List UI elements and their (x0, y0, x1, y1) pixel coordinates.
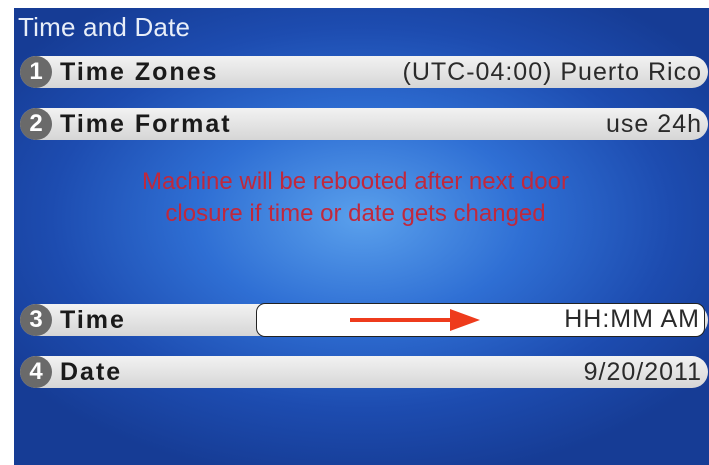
screen-title: Time and Date (18, 12, 191, 42)
date-value: 9/20/2011 (583, 358, 702, 386)
time-zones-label: Time Zones (60, 58, 219, 86)
reboot-warning-message: Machine will be rebooted after next door… (142, 168, 569, 227)
time-format-label: Time Format (60, 110, 232, 138)
time-value: HH:MM AM (564, 305, 700, 333)
time-label: Time (60, 306, 126, 334)
row-number-badge: 1 (20, 56, 52, 88)
time-zones-value: (UTC-04:00) Puerto Rico (402, 58, 702, 86)
time-zones-row[interactable]: 1 Time Zones (UTC-04:00) Puerto Rico (20, 56, 708, 88)
time-format-row[interactable]: 2 Time Format use 24h (20, 108, 708, 140)
time-and-date-screen: Time and Date 1 Time Zones (UTC-04:00) P… (14, 8, 709, 465)
row-number-badge: 4 (20, 356, 52, 388)
right-arrow-icon (350, 309, 480, 331)
time-format-value: use 24h (606, 110, 702, 138)
date-row[interactable]: 4 Date 9/20/2011 (20, 356, 708, 388)
row-number-badge: 3 (20, 304, 52, 336)
time-input-field[interactable]: HH:MM AM (256, 303, 705, 337)
date-label: Date (60, 358, 123, 386)
row-number-badge: 2 (20, 108, 52, 140)
